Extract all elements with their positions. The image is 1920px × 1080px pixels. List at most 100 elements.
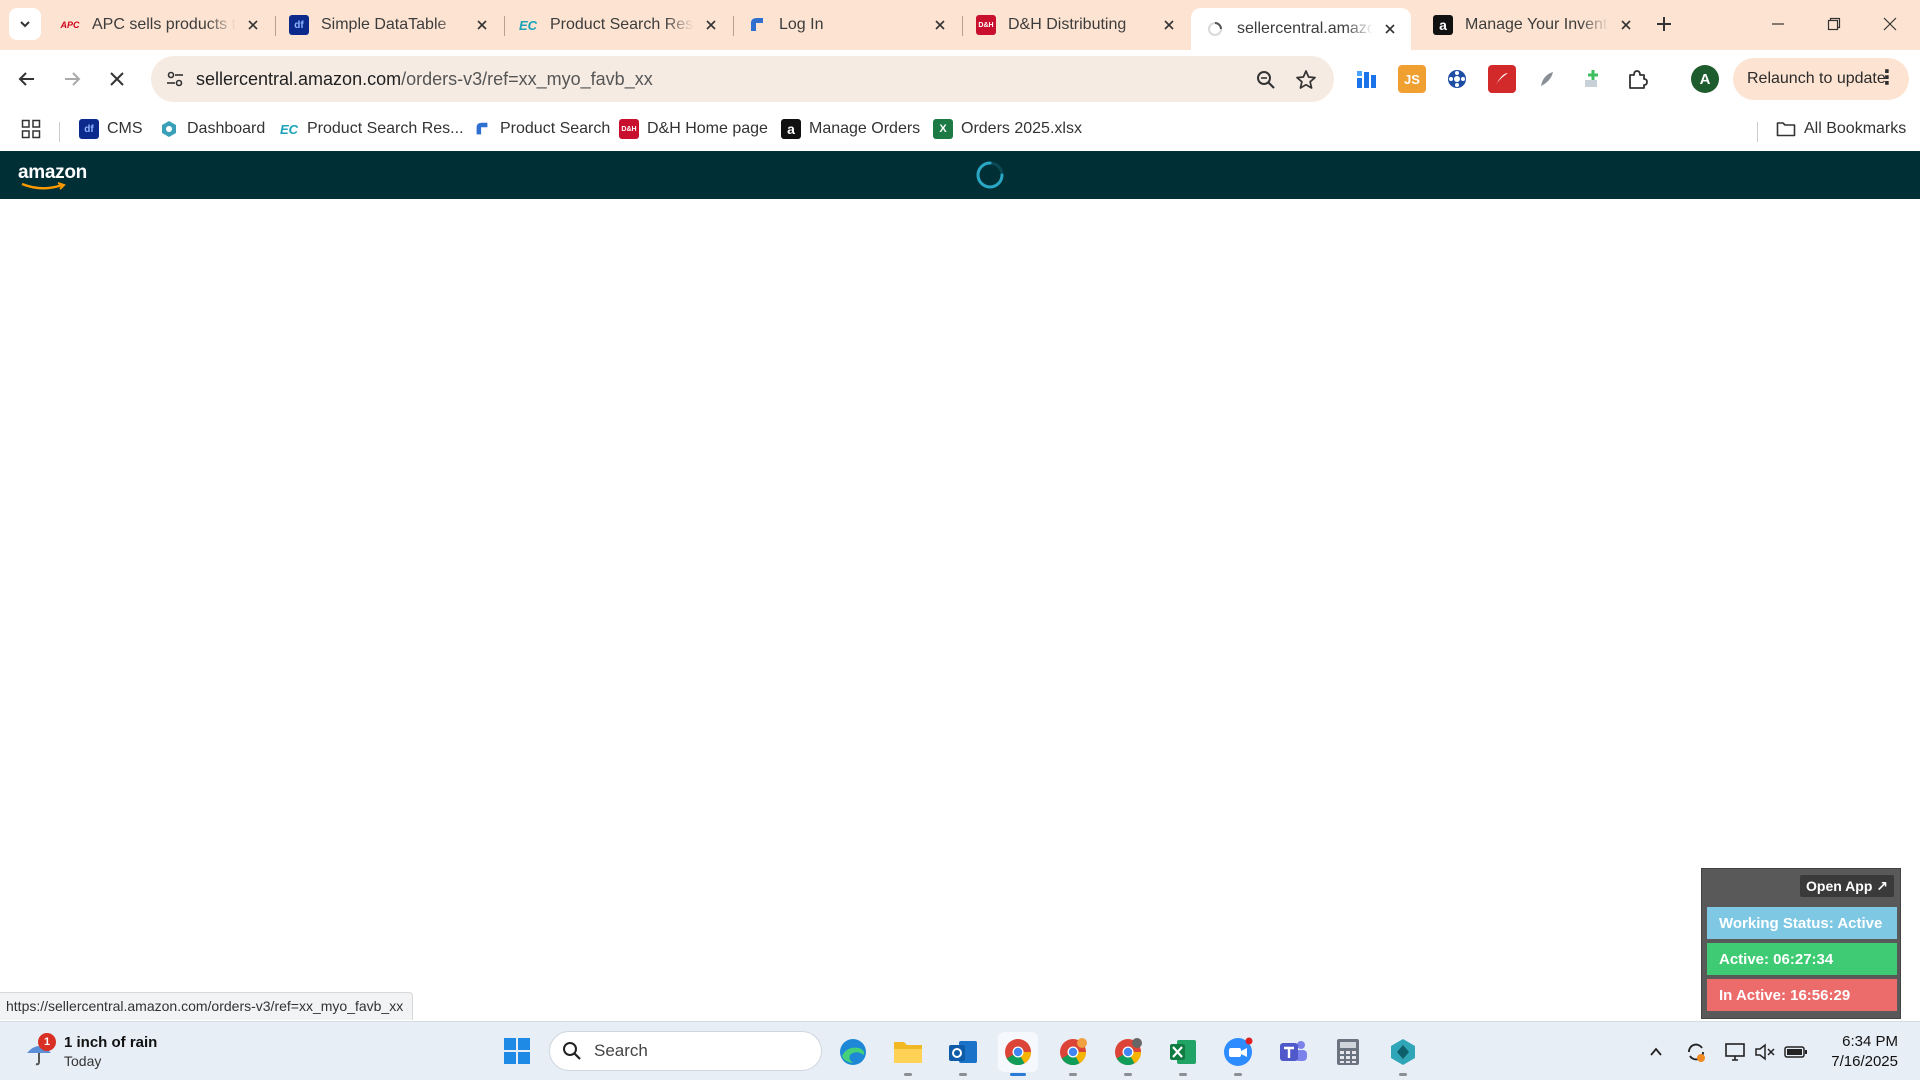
tab-log-in[interactable]: Log In	[733, 8, 961, 42]
tab-title: sellercentral.amazon.	[1237, 20, 1373, 37]
bookmark-dashboard[interactable]: Dashboard	[159, 116, 265, 142]
chrome-profile-3-app-icon[interactable]	[1108, 1032, 1148, 1076]
calculator-app-icon[interactable]	[1328, 1032, 1368, 1072]
battery-icon[interactable]	[1784, 1040, 1808, 1064]
weather-badge: 1	[38, 1033, 56, 1051]
tab-apc[interactable]: APC APC sells products th	[46, 8, 274, 42]
close-icon[interactable]	[929, 14, 951, 36]
extension-dashboard-icon[interactable]	[1353, 65, 1381, 93]
all-bookmarks-button[interactable]: All Bookmarks	[1776, 116, 1906, 142]
file-explorer-app-icon[interactable]	[888, 1032, 928, 1076]
bookmark-product-search[interactable]: Product Search	[472, 116, 610, 142]
close-icon[interactable]	[1379, 18, 1401, 40]
bookmark-cms[interactable]: df CMS	[79, 116, 143, 142]
plus-icon	[1657, 17, 1671, 31]
zoom-icon[interactable]	[1253, 67, 1279, 93]
all-bookmarks-label: All Bookmarks	[1804, 120, 1907, 137]
back-button[interactable]	[11, 63, 43, 95]
outlook-app-icon[interactable]	[943, 1032, 983, 1076]
close-icon[interactable]	[242, 14, 264, 36]
bookmark-divider	[1757, 122, 1758, 142]
login-favicon-icon	[747, 15, 767, 35]
tab-sellercentral-active[interactable]: sellercentral.amazon.	[1191, 8, 1411, 50]
zoom-app-icon[interactable]	[1218, 1032, 1258, 1076]
amazon-smile-icon	[21, 182, 66, 190]
extension-sparkle-icon[interactable]	[1578, 65, 1606, 93]
bookmark-dh-home[interactable]: D&H D&H Home page	[619, 116, 768, 142]
bookmark-star-icon[interactable]	[1293, 67, 1319, 93]
clock-date: 7/16/2025	[1831, 1053, 1898, 1070]
extension-js-icon[interactable]: JS	[1398, 65, 1426, 93]
tab-title: APC sells products th	[92, 16, 236, 33]
weather-summary: 1 inch of rain	[64, 1034, 158, 1051]
extension-network-icon[interactable]	[1443, 65, 1471, 93]
teams-app-icon[interactable]	[1273, 1032, 1313, 1072]
chrome-profile-2-app-icon[interactable]	[1053, 1032, 1093, 1076]
close-icon[interactable]	[1158, 14, 1180, 36]
bookmark-label: Manage Orders	[809, 120, 921, 137]
bookmark-manage-orders[interactable]: a Manage Orders	[781, 116, 920, 142]
running-indicator	[1124, 1073, 1132, 1076]
tracker-app-icon[interactable]	[1383, 1032, 1423, 1076]
chrome-app-icon-active[interactable]	[998, 1032, 1038, 1076]
close-icon[interactable]	[700, 14, 722, 36]
open-app-button[interactable]: Open App ↗	[1800, 875, 1894, 897]
running-indicator	[1399, 1073, 1407, 1076]
restore-icon	[1827, 17, 1841, 31]
close-icon[interactable]	[1615, 14, 1637, 36]
umbrella-rain-icon: 1	[24, 1033, 56, 1067]
extension-pdf-icon[interactable]	[1488, 65, 1516, 93]
apps-button[interactable]	[21, 116, 41, 142]
search-icon	[562, 1041, 582, 1061]
weather-widget[interactable]: 1 1 inch of rain Today	[24, 1030, 157, 1074]
sync-icon[interactable]	[1684, 1040, 1708, 1064]
folder-icon	[1776, 119, 1796, 139]
tab-manage-inventory[interactable]: a Manage Your Invento	[1419, 8, 1647, 42]
tab-title: Product Search Resul	[550, 16, 694, 33]
network-icon[interactable]	[1723, 1040, 1747, 1064]
system-clock[interactable]: 6:34 PM 7/16/2025	[1818, 1032, 1898, 1072]
windows-start-icon[interactable]	[503, 1037, 531, 1065]
bookmark-orders-xlsx[interactable]: X Orders 2025.xlsx	[933, 116, 1082, 142]
site-info-icon[interactable]	[163, 67, 187, 91]
url-text[interactable]: sellercentral.amazon.com/orders-v3/ref=x…	[196, 69, 653, 90]
profile-avatar[interactable]: A	[1691, 65, 1719, 93]
tab-title: Log In	[779, 16, 824, 33]
chevron-up-icon[interactable]	[1644, 1040, 1668, 1064]
weather-day: Today	[64, 1053, 102, 1069]
taskbar-search-box[interactable]: Search	[549, 1031, 822, 1071]
minimize-button[interactable]	[1758, 8, 1798, 40]
extension-feather-icon[interactable]	[1533, 65, 1561, 93]
tab-title: Manage Your Invento	[1465, 16, 1609, 33]
extensions-puzzle-icon[interactable]	[1623, 65, 1651, 93]
link-status-bubble: https://sellercentral.amazon.com/orders-…	[0, 992, 414, 1020]
amazon-logo[interactable]: amazon	[18, 162, 87, 184]
windows-taskbar: 1 1 inch of rain Today Search 6:34 PM 7/…	[0, 1021, 1920, 1080]
arrow-right-icon	[65, 72, 81, 86]
close-window-button[interactable]	[1870, 8, 1910, 40]
bookmark-label: Dashboard	[187, 120, 266, 137]
volume-muted-icon[interactable]	[1753, 1040, 1777, 1064]
restore-button[interactable]	[1814, 8, 1854, 40]
excel-app-icon[interactable]	[1163, 1032, 1203, 1076]
tab-dh-distributing[interactable]: D&H D&H Distributing	[962, 8, 1190, 42]
forward-button[interactable]	[56, 63, 88, 95]
url-host: sellercentral.amazon.com	[196, 69, 402, 89]
tab-search-button[interactable]	[9, 8, 41, 40]
close-icon[interactable]	[471, 14, 493, 36]
running-indicator	[1234, 1073, 1242, 1076]
running-indicator	[1010, 1073, 1026, 1076]
page-content	[0, 199, 1920, 1021]
relaunch-button[interactable]: Relaunch to update ⋮	[1733, 58, 1909, 100]
more-vertical-icon[interactable]: ⋮	[1877, 68, 1897, 88]
bookmark-product-search-results[interactable]: EC Product Search Res...	[279, 116, 464, 142]
active-time-row: Active: 06:27:34	[1707, 943, 1897, 975]
edge-app-icon[interactable]	[833, 1032, 873, 1072]
running-indicator	[1069, 1073, 1077, 1076]
stop-loading-button[interactable]	[101, 63, 133, 95]
new-tab-button[interactable]	[1651, 11, 1677, 37]
tab-product-search-results[interactable]: EC Product Search Resul	[504, 8, 732, 42]
address-bar[interactable]: sellercentral.amazon.com/orders-v3/ref=x…	[151, 56, 1334, 102]
tab-simple-datatable[interactable]: df Simple DataTable	[275, 8, 503, 42]
bookmark-label: Product Search Res...	[307, 120, 464, 137]
